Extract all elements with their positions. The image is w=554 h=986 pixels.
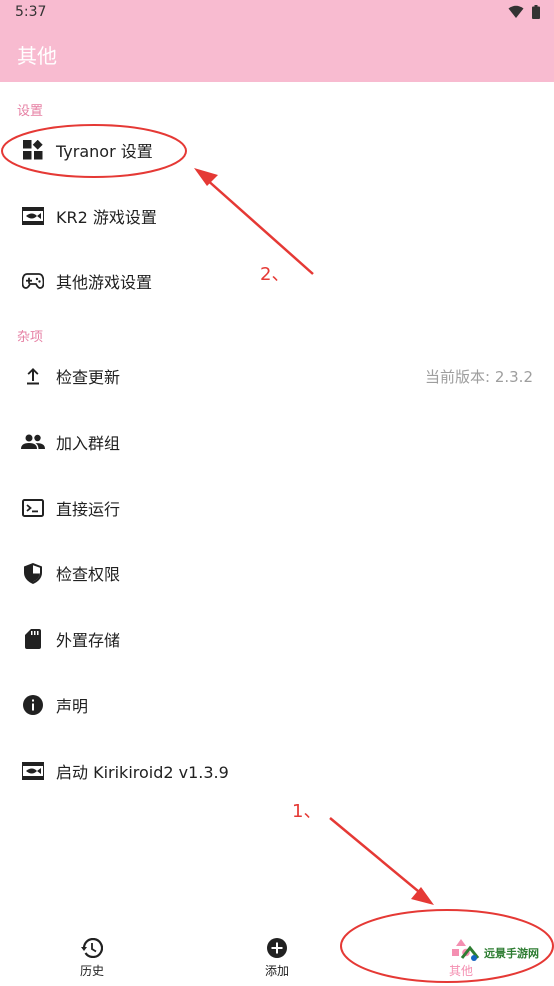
nav-add[interactable]: 添加 [237, 936, 317, 979]
launch-kirikiroid2-label: 启动 Kirikiroid2 v1.3.9 [56, 763, 229, 782]
annotation-arrow-1 [329, 817, 425, 897]
add-circle-icon [265, 936, 289, 960]
status-time: 5:37 [15, 4, 47, 20]
check-permission-item[interactable]: 检查权限 [0, 545, 554, 601]
status-icons [508, 5, 540, 19]
section-header-misc: 杂项 [17, 330, 44, 345]
nav-history[interactable]: 历史 [52, 936, 132, 979]
shield-icon [21, 561, 45, 585]
kirikiri-icon [21, 759, 45, 783]
run-direct-label: 直接运行 [56, 500, 121, 519]
tyranor-settings-item[interactable]: Tyranor 设置 [0, 122, 554, 178]
nav-other-label: 其他 [448, 964, 473, 978]
run-direct-item[interactable]: 直接运行 [0, 480, 554, 536]
gamepad-icon [21, 269, 45, 293]
sd-card-icon [21, 627, 45, 651]
upload-icon [21, 364, 45, 388]
kr2-game-settings-label: KR2 游戏设置 [56, 208, 157, 227]
widgets-icon [21, 138, 45, 162]
nav-history-label: 历史 [79, 964, 104, 978]
battery-icon [532, 5, 540, 19]
section-header-settings: 设置 [17, 104, 44, 119]
terminal-icon [21, 496, 45, 520]
annotation-label-step1: 1、 [292, 801, 322, 822]
info-icon [21, 693, 45, 717]
check-update-item[interactable]: 检查更新 当前版本: 2.3.2 [0, 348, 554, 404]
wifi-icon [508, 5, 524, 18]
external-storage-label: 外置存储 [56, 631, 121, 650]
page-title: 其他 [17, 44, 57, 68]
statement-item[interactable]: 声明 [0, 677, 554, 733]
external-storage-item[interactable]: 外置存储 [0, 611, 554, 667]
annotation-arrowhead-1 [411, 887, 434, 905]
launch-kirikiroid2-item[interactable]: 启动 Kirikiroid2 v1.3.9 [0, 743, 554, 799]
kr2-game-settings-item[interactable]: KR2 游戏设置 [0, 188, 554, 244]
check-update-label: 检查更新 [56, 368, 121, 387]
statement-label: 声明 [56, 697, 89, 716]
other-game-settings-label: 其他游戏设置 [56, 273, 153, 292]
kirikiri-icon [21, 204, 45, 228]
check-permission-label: 检查权限 [56, 565, 121, 584]
join-group-item[interactable]: 加入群组 [0, 414, 554, 470]
history-icon [80, 936, 104, 960]
annotation-label-step2: 2、 [260, 264, 290, 285]
nav-add-label: 添加 [264, 964, 289, 978]
app-bar: 其他 [0, 26, 554, 82]
join-group-label: 加入群组 [56, 434, 121, 453]
watermark-text: 远景手游网 [484, 947, 539, 960]
group-icon [21, 430, 45, 454]
watermark-logo-icon [460, 945, 480, 961]
current-version-text: 当前版本: 2.3.2 [425, 367, 533, 386]
watermark: 远景手游网 [460, 944, 539, 962]
tyranor-settings-label: Tyranor 设置 [56, 142, 153, 161]
status-bar: 5:37 [0, 0, 554, 26]
